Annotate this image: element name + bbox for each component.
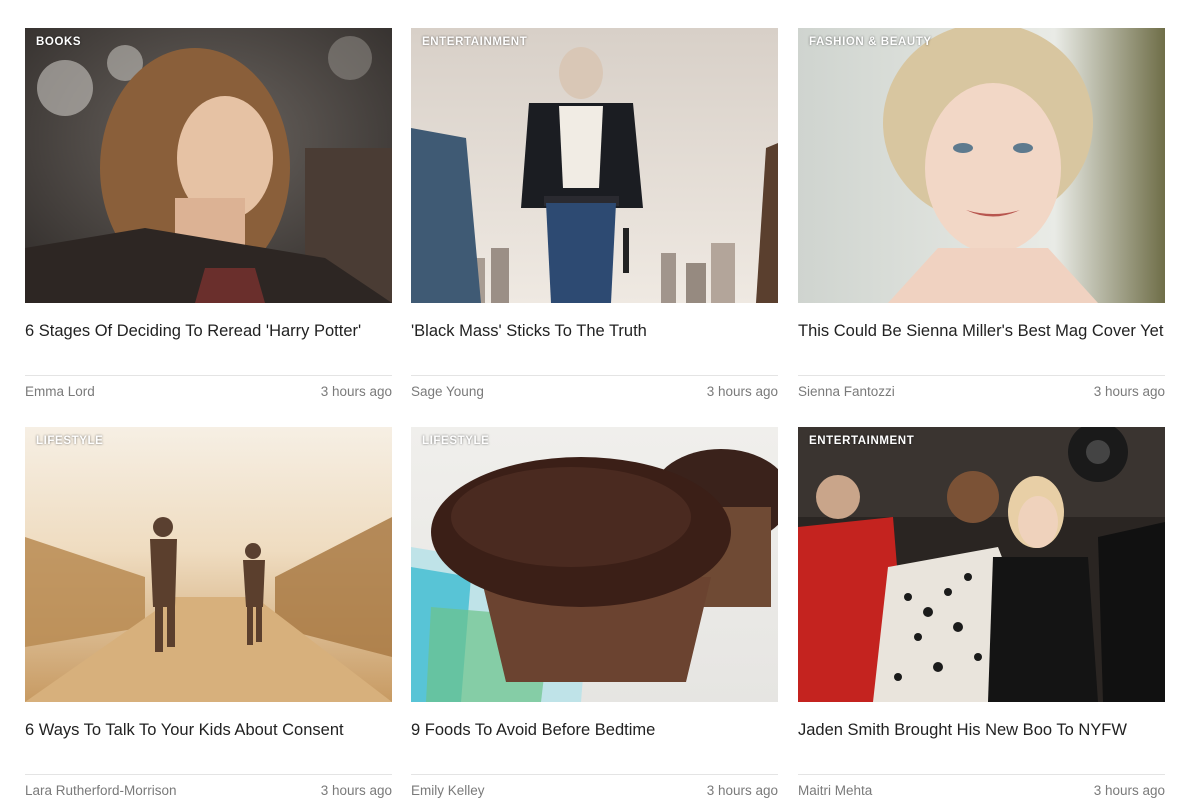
timestamp: 3 hours ago xyxy=(1093,783,1165,798)
article-title[interactable]: This Could Be Sienna Miller's Best Mag C… xyxy=(798,321,1165,341)
nyfw-couple-photo xyxy=(798,427,1165,702)
article-grid: BOOKS 6 Stages Of Deciding To Reread 'Ha… xyxy=(0,0,1204,811)
timestamp: 3 hours ago xyxy=(706,384,778,399)
sienna-miller-photo xyxy=(798,28,1165,303)
article-title[interactable]: 6 Ways To Talk To Your Kids About Consen… xyxy=(25,720,392,740)
article-card[interactable]: ENTERTAINMENT 'Black Mass' Sticks To The… xyxy=(411,28,778,399)
author-name[interactable]: Maitri Mehta xyxy=(798,783,872,798)
divider xyxy=(411,375,778,376)
author-name[interactable]: Sienna Fantozzi xyxy=(798,384,895,399)
author-name[interactable]: Emma Lord xyxy=(25,384,95,399)
timestamp: 3 hours ago xyxy=(706,783,778,798)
timestamp: 3 hours ago xyxy=(1093,384,1165,399)
article-thumbnail[interactable]: BOOKS xyxy=(25,28,392,303)
author-name[interactable]: Lara Rutherford-Morrison xyxy=(25,783,177,798)
article-title[interactable]: 9 Foods To Avoid Before Bedtime xyxy=(411,720,778,740)
divider xyxy=(798,774,1165,775)
chocolate-cupcake-photo xyxy=(411,427,778,702)
article-thumbnail[interactable]: ENTERTAINMENT xyxy=(798,427,1165,702)
article-title[interactable]: 6 Stages Of Deciding To Reread 'Harry Po… xyxy=(25,321,392,341)
category-tag[interactable]: LIFESTYLE xyxy=(36,435,103,447)
divider xyxy=(798,375,1165,376)
cornfield-walk-photo xyxy=(25,427,392,702)
category-tag[interactable]: BOOKS xyxy=(36,36,81,48)
hermione-photo xyxy=(25,28,392,303)
author-name[interactable]: Emily Kelley xyxy=(411,783,485,798)
timestamp: 3 hours ago xyxy=(320,384,392,399)
article-card[interactable]: LIFESTYLE 9 Foods To Avoid Before Bedtim… xyxy=(411,427,778,798)
category-tag[interactable]: FASHION & BEAUTY xyxy=(809,36,932,48)
category-tag[interactable]: ENTERTAINMENT xyxy=(809,435,914,447)
article-card[interactable]: BOOKS 6 Stages Of Deciding To Reread 'Ha… xyxy=(25,28,392,399)
timestamp: 3 hours ago xyxy=(320,783,392,798)
article-card[interactable]: FASHION & BEAUTY This Could Be Sienna Mi… xyxy=(798,28,1165,399)
article-card[interactable]: LIFESTYLE 6 Ways To Talk To Your Kids Ab… xyxy=(25,427,392,798)
black-mass-photo xyxy=(411,28,778,303)
divider xyxy=(25,774,392,775)
category-tag[interactable]: ENTERTAINMENT xyxy=(422,36,527,48)
category-tag[interactable]: LIFESTYLE xyxy=(422,435,489,447)
article-thumbnail[interactable]: LIFESTYLE xyxy=(25,427,392,702)
article-title[interactable]: Jaden Smith Brought His New Boo To NYFW xyxy=(798,720,1165,740)
article-thumbnail[interactable]: LIFESTYLE xyxy=(411,427,778,702)
article-title[interactable]: 'Black Mass' Sticks To The Truth xyxy=(411,321,778,341)
divider xyxy=(411,774,778,775)
divider xyxy=(25,375,392,376)
article-card[interactable]: ENTERTAINMENT Jaden Smith Brought His Ne… xyxy=(798,427,1165,798)
article-thumbnail[interactable]: FASHION & BEAUTY xyxy=(798,28,1165,303)
author-name[interactable]: Sage Young xyxy=(411,384,484,399)
article-thumbnail[interactable]: ENTERTAINMENT xyxy=(411,28,778,303)
